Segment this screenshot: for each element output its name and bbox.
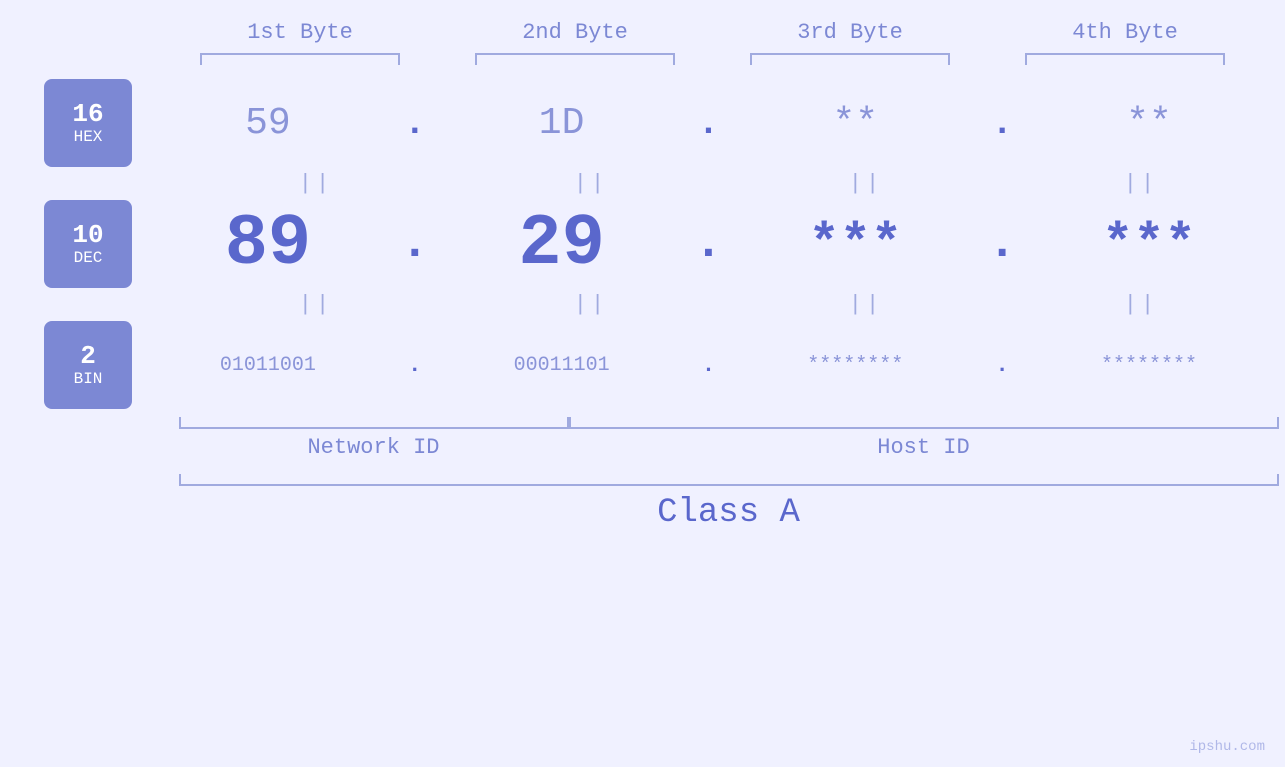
network-id-label: Network ID	[179, 435, 569, 460]
bin-badge-number: 2	[80, 342, 96, 371]
class-label: Class A	[179, 494, 1279, 532]
byte-headers: 1st Byte 2nd Byte 3rd Byte 4th Byte	[163, 20, 1263, 45]
network-host-brackets	[179, 417, 1279, 429]
bin-dot2: .	[693, 353, 723, 378]
dec-row: 10 DEC 89 . 29 . *** . ***	[0, 200, 1285, 288]
dec-b4: ***	[1049, 215, 1249, 274]
header-byte1: 1st Byte	[190, 20, 410, 45]
hex-b2: 1D	[462, 102, 662, 145]
hex-dot2: .	[693, 103, 723, 144]
hex-badge: 16 HEX	[44, 79, 132, 167]
bin-dot3: .	[987, 353, 1017, 378]
bracket-3	[750, 53, 950, 65]
header-byte3: 3rd Byte	[740, 20, 960, 45]
bracket-4	[1025, 53, 1225, 65]
dec-b2: 29	[462, 203, 662, 285]
eq1-b2: ||	[491, 171, 691, 196]
dec-dot1: .	[400, 217, 430, 271]
equals-row-2: || || || ||	[179, 292, 1279, 317]
eq2-b1: ||	[216, 292, 416, 317]
dec-badge-number: 10	[72, 221, 103, 250]
bin-badge: 2 BIN	[44, 321, 132, 409]
bin-b4: ********	[1049, 354, 1249, 377]
eq2-b2: ||	[491, 292, 691, 317]
bin-b2: 00011101	[462, 354, 662, 377]
header-byte2: 2nd Byte	[465, 20, 685, 45]
hex-b1: 59	[168, 102, 368, 145]
hex-badge-number: 16	[72, 100, 103, 129]
id-labels: Network ID Host ID	[179, 435, 1279, 460]
dec-b1: 89	[168, 203, 368, 285]
eq1-b3: ||	[766, 171, 966, 196]
hex-badge-label: HEX	[74, 128, 103, 146]
network-bracket	[179, 417, 569, 429]
equals-row-1: || || || ||	[179, 171, 1279, 196]
watermark: ipshu.com	[1189, 739, 1265, 755]
bracket-1	[200, 53, 400, 65]
hex-b3: **	[755, 102, 955, 145]
class-bracket	[179, 474, 1279, 486]
bin-badge-label: BIN	[74, 370, 103, 388]
bin-dot1: .	[400, 353, 430, 378]
dec-dot2: .	[693, 217, 723, 271]
dec-b3: ***	[755, 215, 955, 274]
top-brackets	[163, 53, 1263, 65]
dec-values: 89 . 29 . *** . ***	[132, 203, 1285, 285]
dec-badge: 10 DEC	[44, 200, 132, 288]
eq2-b3: ||	[766, 292, 966, 317]
host-bracket	[569, 417, 1279, 429]
header-byte4: 4th Byte	[1015, 20, 1235, 45]
eq1-b4: ||	[1041, 171, 1241, 196]
hex-row: 16 HEX 59 . 1D . ** . **	[0, 79, 1285, 167]
bracket-2	[475, 53, 675, 65]
eq2-b4: ||	[1041, 292, 1241, 317]
hex-dot3: .	[987, 103, 1017, 144]
hex-values: 59 . 1D . ** . **	[132, 102, 1285, 145]
hex-b4: **	[1049, 102, 1249, 145]
dec-dot3: .	[987, 217, 1017, 271]
bin-b1: 01011001	[168, 354, 368, 377]
eq1-b1: ||	[216, 171, 416, 196]
main-container: 1st Byte 2nd Byte 3rd Byte 4th Byte 16 H…	[0, 0, 1285, 767]
dec-badge-label: DEC	[74, 249, 103, 267]
bin-row: 2 BIN 01011001 . 00011101 . ******** . *…	[0, 321, 1285, 409]
hex-dot1: .	[400, 103, 430, 144]
bin-b3: ********	[755, 354, 955, 377]
host-id-label: Host ID	[569, 435, 1279, 460]
bin-values: 01011001 . 00011101 . ******** . *******…	[132, 353, 1285, 378]
